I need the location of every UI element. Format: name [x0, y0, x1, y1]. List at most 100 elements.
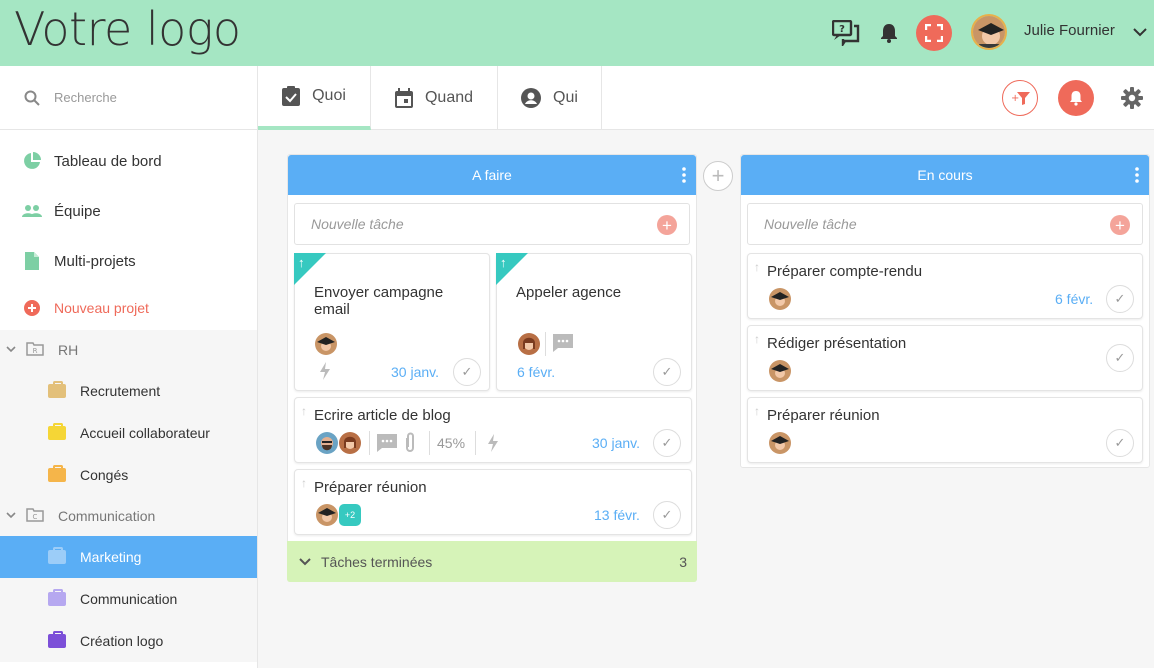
comment-icon[interactable]	[553, 334, 573, 355]
briefcase-icon	[48, 589, 66, 606]
member-avatar[interactable]	[769, 288, 791, 310]
search-input[interactable]: Recherche	[54, 90, 117, 105]
task-card[interactable]: ↑ Envoyer campagne email 30 janv. ✓	[294, 253, 490, 391]
complete-check-button[interactable]: ✓	[1106, 344, 1134, 372]
complete-check-button[interactable]: ✓	[653, 429, 681, 457]
plus-circle-icon	[22, 298, 42, 318]
complete-check-button[interactable]: ✓	[1106, 285, 1134, 313]
member-avatar[interactable]	[339, 432, 361, 454]
sidebar-item-dashboard[interactable]: Tableau de bord	[0, 136, 257, 186]
complete-check-button[interactable]: ✓	[653, 501, 681, 529]
task-card[interactable]: ↑ Ecrire article de blog 45% 30 janv. ✓	[294, 397, 692, 463]
briefcase-icon	[48, 631, 66, 648]
add-task-button[interactable]: +	[657, 215, 677, 235]
group-header[interactable]: C Communication	[0, 496, 257, 536]
column-header[interactable]: A faire	[288, 155, 696, 195]
team-icon	[22, 201, 42, 221]
briefcase-icon	[48, 423, 66, 440]
project-item-accueil[interactable]: Accueil collaborateur	[0, 412, 257, 454]
arrow-up-icon: ↑	[298, 255, 305, 270]
help-chat-icon[interactable]: ?	[831, 19, 861, 47]
column-header[interactable]: En cours	[741, 155, 1149, 195]
project-label: Communication	[80, 591, 178, 607]
tab-qui[interactable]: Qui	[498, 66, 602, 130]
due-date: 6 févr.	[517, 364, 556, 380]
project-item-creation-logo[interactable]: Création logo	[0, 620, 257, 662]
divider	[369, 431, 370, 455]
sidebar-item-label: Équipe	[54, 202, 101, 220]
complete-check-button[interactable]: ✓	[453, 358, 481, 386]
member-avatar[interactable]	[769, 360, 791, 382]
new-task-input[interactable]: Nouvelle tâche +	[294, 203, 690, 245]
member-avatar[interactable]	[316, 432, 338, 454]
tab-quoi[interactable]: Quoi	[258, 66, 371, 130]
divider	[545, 332, 546, 356]
project-item-communication[interactable]: Communication	[0, 578, 257, 620]
sidebar-item-new-project[interactable]: Nouveau projet	[0, 286, 257, 330]
sidebar-item-multi-projects[interactable]: Multi-projets	[0, 236, 257, 286]
briefcase-icon	[48, 547, 66, 564]
search-icon	[24, 90, 40, 106]
calendar-icon	[394, 88, 413, 108]
project-label: Congés	[80, 467, 129, 483]
view-tabs: Quoi Quand Qui +	[258, 66, 1154, 130]
tab-label: Qui	[553, 89, 578, 106]
group-header[interactable]: R RH	[0, 330, 257, 370]
extra-members-badge[interactable]: +2	[339, 504, 361, 526]
svg-text:C: C	[33, 513, 38, 521]
project-item-recrutement[interactable]: Recrutement	[0, 370, 257, 412]
chevron-down-icon[interactable]	[6, 345, 20, 356]
chevron-down-icon[interactable]	[6, 511, 20, 522]
settings-gear-icon[interactable]	[1120, 86, 1144, 110]
project-label: Recrutement	[80, 383, 161, 399]
new-task-placeholder: Nouvelle tâche	[311, 216, 404, 232]
tab-label: Quand	[424, 89, 474, 106]
completed-tasks-count: 3	[679, 553, 687, 570]
new-task-input[interactable]: Nouvelle tâche +	[747, 203, 1143, 245]
task-card[interactable]: ↑ Préparer réunion +2 13 févr. ✓	[294, 469, 692, 535]
task-card[interactable]: ↑ Préparer compte-rendu 6 févr. ✓	[747, 253, 1143, 319]
complete-check-button[interactable]: ✓	[1106, 429, 1134, 457]
comment-icon[interactable]	[377, 434, 397, 455]
member-avatar[interactable]	[518, 333, 540, 355]
notification-bell-icon[interactable]	[878, 22, 900, 44]
member-avatar[interactable]	[315, 333, 337, 355]
search-box[interactable]: Recherche	[0, 66, 257, 130]
fullscreen-icon	[925, 24, 943, 42]
chevron-down-icon[interactable]	[1132, 24, 1148, 40]
alerts-button[interactable]	[1058, 80, 1094, 116]
completed-tasks-toggle[interactable]: Tâches terminées 3	[287, 541, 697, 582]
add-column-button[interactable]: +	[703, 161, 733, 191]
project-item-conges[interactable]: Congés	[0, 454, 257, 496]
due-date: 30 janv.	[592, 435, 640, 451]
logo[interactable]: Votre logo	[14, 2, 241, 56]
add-task-button[interactable]: +	[1110, 215, 1130, 235]
flash-icon	[487, 434, 499, 455]
task-card[interactable]: ↑ Appeler agence 6 févr. ✓	[496, 253, 692, 391]
task-title: Ecrire article de blog	[314, 407, 451, 424]
task-title: Rédiger présentation	[767, 335, 907, 352]
filter-icon: +	[1011, 92, 1030, 105]
project-group-rh: R RH Recrutement Accueil collaborateur C…	[0, 330, 257, 662]
complete-check-button[interactable]: ✓	[653, 358, 681, 386]
user-name[interactable]: Julie Fournier	[1024, 22, 1115, 39]
task-card[interactable]: ↑ Préparer réunion ✓	[747, 397, 1143, 463]
more-vert-icon[interactable]	[682, 167, 686, 186]
attachment-icon[interactable]	[403, 432, 417, 457]
sidebar-item-team[interactable]: Équipe	[0, 186, 257, 236]
arrow-up-icon: ↑	[754, 332, 760, 346]
task-title: Préparer compte-rendu	[767, 263, 923, 280]
due-date: 30 janv.	[391, 364, 439, 380]
member-avatar[interactable]	[316, 504, 338, 526]
add-filter-button[interactable]: +	[1002, 80, 1038, 116]
member-avatar[interactable]	[769, 432, 791, 454]
completed-tasks-label: Tâches terminées	[321, 553, 433, 570]
user-avatar[interactable]	[971, 14, 1007, 50]
tab-label: Quoi	[312, 87, 346, 104]
task-card[interactable]: ↑ Rédiger présentation ✓	[747, 325, 1143, 391]
project-item-marketing[interactable]: Marketing	[0, 536, 257, 578]
fullscreen-button[interactable]	[916, 15, 952, 51]
arrow-up-icon: ↑	[500, 255, 507, 270]
tab-quand[interactable]: Quand	[371, 66, 498, 130]
more-vert-icon[interactable]	[1135, 167, 1139, 186]
